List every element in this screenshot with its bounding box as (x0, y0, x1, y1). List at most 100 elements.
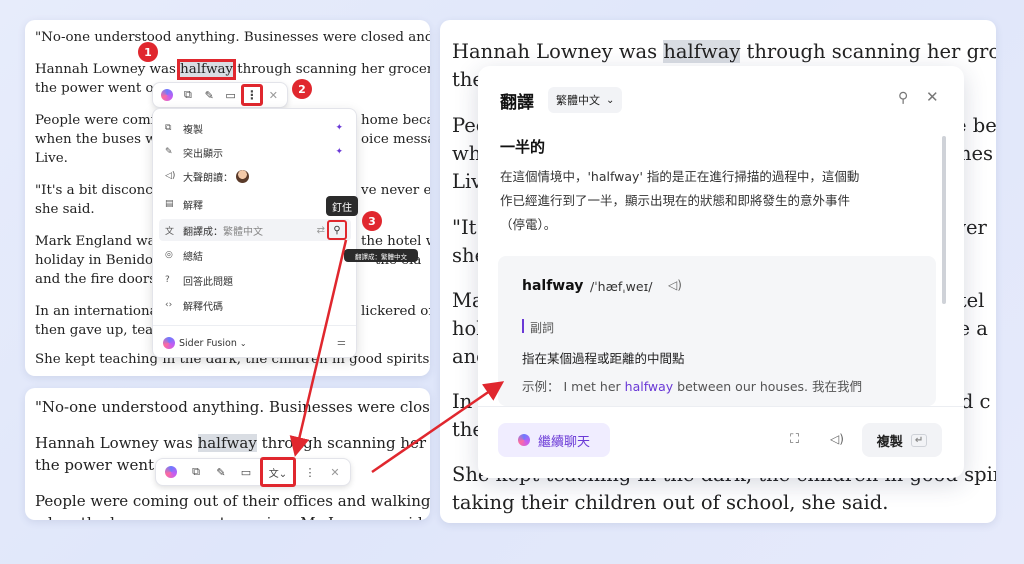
menu-item-explain-code[interactable]: ‹› 解釋代碼 (159, 294, 351, 316)
menu-item-label: 複製 (183, 124, 203, 136)
speaker-icon[interactable]: ◁) (830, 432, 844, 446)
close-icon[interactable]: ✕ (926, 88, 939, 106)
dictionary-card: halfway /ˈhæfˌweɪ/ ◁) 副詞 指在某個過程或距離的中間點 示… (498, 256, 936, 406)
code-icon: ‹› (165, 300, 173, 310)
explain-icon: ▤ (165, 199, 174, 209)
pin-icon[interactable]: ⚲ (898, 90, 908, 106)
chevron-down-icon: ⌄ (239, 338, 247, 348)
close-icon[interactable]: ✕ (263, 84, 284, 106)
copy-icon: ⧉ (165, 123, 172, 133)
voice-avatar (236, 169, 249, 183)
article-line: People were comin (35, 113, 164, 128)
menu-item-translate[interactable]: 文 翻譯成： 繁體中文 ⇄ ⚲ (159, 219, 351, 241)
article-line: Hannah Lowney was halfway through scanni… (452, 40, 996, 63)
article-line: "No-one understood anything. Businesses … (35, 398, 430, 416)
copy-icon[interactable]: ⧉ (177, 84, 198, 106)
article-line: Mark England was (35, 234, 163, 249)
copy-button[interactable]: 複製 ↵ (862, 423, 942, 457)
article-line: the power went ou (35, 81, 163, 96)
translation-result: 一半的 (500, 138, 546, 156)
selection-toolbar-top: ⧉ ✎ ▭ ⋮ ✕ (152, 82, 288, 108)
article-line: and the fire doors s (35, 272, 168, 287)
swap-icon[interactable]: ⇄ (317, 225, 325, 236)
article-line: home becau (361, 113, 430, 128)
explanation-line: （停電）。 (500, 217, 557, 232)
article-line: the power went (35, 456, 155, 474)
article-line: "No-one understood anything. Businesses … (35, 30, 430, 45)
article-line: "It's a bit disconcer (35, 183, 168, 198)
step-badge-1: 1 (138, 42, 158, 62)
pin-tooltip: 釘住 (326, 196, 358, 216)
copy-icon[interactable]: ⧉ (185, 461, 207, 483)
step-badge-2: 2 (292, 79, 312, 99)
model-name: Sider Fusion (179, 337, 237, 349)
menu-divider (153, 325, 356, 326)
note-icon[interactable]: ▭ (235, 461, 257, 483)
selection-toolbar-bottom: ⧉ ✎ ▭ 文⌄ ⋮ ✕ (155, 457, 351, 487)
sider-logo-icon[interactable] (156, 84, 177, 106)
article-line: Live. (35, 151, 68, 166)
article-line: then gave up, teach (35, 323, 170, 338)
menu-item-copy[interactable]: ⧉ 複製 ✦ (159, 117, 351, 139)
sider-logo-icon[interactable] (160, 461, 182, 483)
menu-item-summary[interactable]: ◎ 總結 (159, 244, 351, 266)
more-vertical-icon[interactable]: ⋮ (241, 84, 263, 106)
selected-word[interactable]: halfway (663, 40, 741, 63)
menu-item-read-aloud[interactable]: ◁) 大聲朗讀： (159, 165, 351, 187)
speaker-icon[interactable]: ◁) (668, 278, 682, 292)
model-selector[interactable]: Sider Fusion ⌄ (163, 333, 247, 353)
menu-item-label: 總結 (183, 251, 203, 263)
translation-panel: 翻譯 繁體中文 ⌄ ⚲ ✕ 一半的 在這個情境中，'halfway' 指的是正在… (478, 66, 964, 478)
pin-icon[interactable]: ⚲ (327, 220, 347, 240)
dict-word: halfway (522, 278, 584, 294)
phonetic: /ˈhæfˌweɪ/ (590, 279, 653, 294)
menu-item-explain[interactable]: ▤ 解釋 (159, 193, 351, 215)
footer-divider (478, 406, 964, 407)
translate-icon: 文 (165, 226, 175, 237)
sider-fusion-icon (163, 337, 175, 349)
menu-item-highlight[interactable]: ✎ 突出顯示 ✦ (159, 141, 351, 163)
article-line: Hannah Lowney was halfway through scanni… (35, 59, 430, 80)
menu-item-label: 突出顯示 (183, 148, 223, 160)
menu-item-label: 大聲朗讀： (183, 172, 233, 184)
language-value: 繁體中文 (556, 94, 600, 107)
screenshot-icon[interactable]: ⛶ (790, 432, 799, 447)
selected-word[interactable]: halfway (177, 59, 236, 80)
menu-item-sublabel: 繁體中文 (223, 226, 263, 238)
scrollbar[interactable] (942, 136, 946, 304)
translate-tooltip: 翻譯成：繁體中文 (344, 249, 418, 262)
language-select[interactable]: 繁體中文 ⌄ (548, 87, 623, 113)
article-line: ve never exp (361, 183, 430, 198)
pos-marker (522, 319, 524, 333)
continue-chat-label: 繼續聊天 (537, 434, 590, 450)
question-icon: ? (165, 275, 170, 285)
definition: 指在某個過程或距離的中間點 (522, 351, 685, 366)
menu-item-label: 解釋 (183, 200, 203, 212)
menu-item-answer[interactable]: ? 回答此問題 (159, 269, 351, 291)
pin-filled-icon[interactable]: ✦ (335, 123, 343, 133)
settings-sliders-icon[interactable]: ⚌ (337, 337, 346, 348)
example-line: 示例： I met her halfway between our houses… (522, 379, 863, 394)
menu-item-label: 翻譯成： (183, 226, 223, 238)
more-vertical-icon[interactable]: ⋮ (299, 461, 321, 483)
sider-action-menu: ⧉ 複製 ✦ ✎ 突出顯示 ✦ ◁) 大聲朗讀： ▤ 解釋 文 翻譯成： 繁體中… (152, 108, 357, 358)
close-icon[interactable]: ✕ (324, 461, 346, 483)
sider-logo-icon (517, 434, 530, 446)
explanation-line: 作已經進行到了一半，顯示出現在的狀態和即將發生的意外事件 (500, 193, 851, 208)
part-of-speech: 副詞 (530, 321, 555, 335)
highlight-icon[interactable]: ✎ (210, 461, 232, 483)
enter-key-icon: ↵ (910, 433, 928, 447)
pin-filled-icon[interactable]: ✦ (335, 147, 343, 157)
translate-icon[interactable]: 文⌄ (260, 457, 296, 487)
article-line: when the buses were not running, Ms Lown… (35, 512, 430, 520)
article-line: In an international (35, 304, 162, 319)
article-line: when the buses we (35, 132, 165, 147)
tooltip-text: 釘住 (332, 202, 352, 214)
highlight-icon[interactable]: ✎ (199, 84, 220, 106)
copy-label: 複製 (876, 434, 903, 450)
menu-item-label: 回答此問題 (183, 276, 233, 288)
selected-word[interactable]: halfway (197, 434, 257, 452)
menu-item-label: 解釋代碼 (183, 301, 223, 313)
note-icon[interactable]: ▭ (220, 84, 241, 106)
continue-chat-button[interactable]: 繼續聊天 (498, 423, 610, 457)
